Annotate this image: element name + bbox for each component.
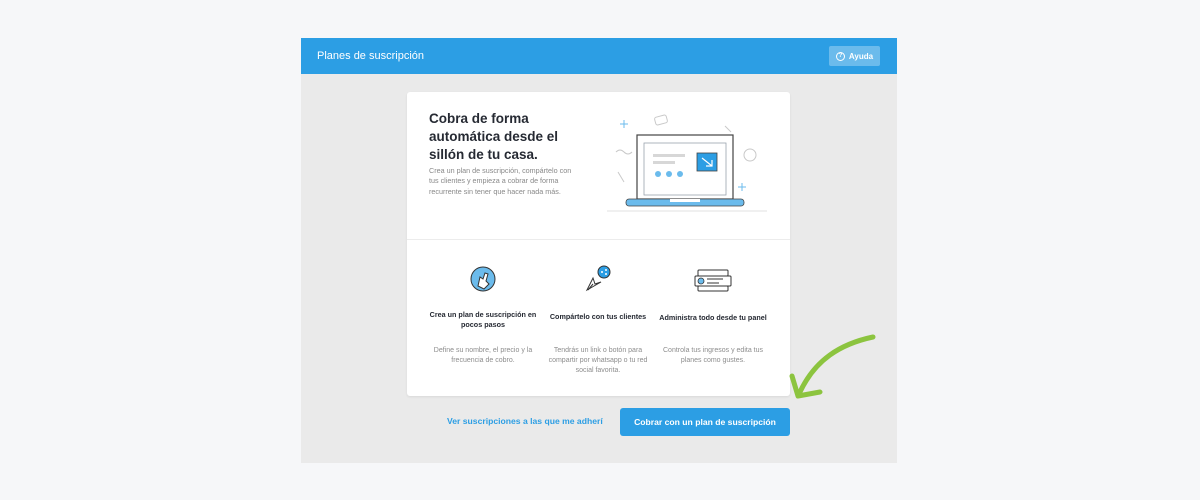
hero-description: Crea un plan de suscripción, compártelo … — [429, 166, 572, 196]
feature-description: Controla tus ingresos y edita tus planes… — [663, 347, 763, 364]
dashboard-panel-icon — [694, 269, 732, 292]
feature-share: Compártelo con tus clientes Tendrás un l… — [541, 264, 655, 374]
help-button[interactable]: ? Ayuda — [829, 46, 880, 66]
feature-title: Administra todo desde tu panel — [659, 313, 767, 322]
help-button-label: Ayuda — [848, 51, 874, 61]
page-title: Planes de suscripción — [317, 50, 425, 62]
hero-title: Cobra de forma automática desde el silló… — [429, 111, 559, 162]
feature-description: Define su nombre, el precio y la frecuen… — [433, 347, 533, 364]
feature-manage: Administra todo desde tu panel Controla … — [656, 264, 770, 364]
laptop-illustration — [607, 114, 767, 212]
feature-description: Tendrás un link o botón para compartir p… — [548, 347, 648, 374]
section-divider — [407, 239, 790, 240]
create-subscription-plan-button[interactable]: Cobrar con un plan de suscripción — [620, 408, 790, 436]
feature-title: Compártelo con tus clientes — [549, 312, 647, 321]
view-subscriptions-link[interactable]: Ver suscripciones a las que me adherí — [447, 416, 603, 426]
feature-title: Crea un plan de suscripción en pocos pas… — [429, 310, 537, 329]
feature-create-plan: Crea un plan de suscripción en pocos pas… — [426, 264, 540, 364]
hand-pointer-icon — [470, 266, 496, 292]
share-cursor-icon — [585, 265, 611, 292]
hero-section: Cobra de forma automática desde el silló… — [407, 92, 790, 240]
annotation-arrow-icon — [789, 334, 876, 399]
intro-card: Cobra de forma automática desde el silló… — [407, 92, 790, 396]
header-bar: Planes de suscripción ? Ayuda — [301, 38, 897, 74]
question-icon: ? — [835, 51, 845, 61]
